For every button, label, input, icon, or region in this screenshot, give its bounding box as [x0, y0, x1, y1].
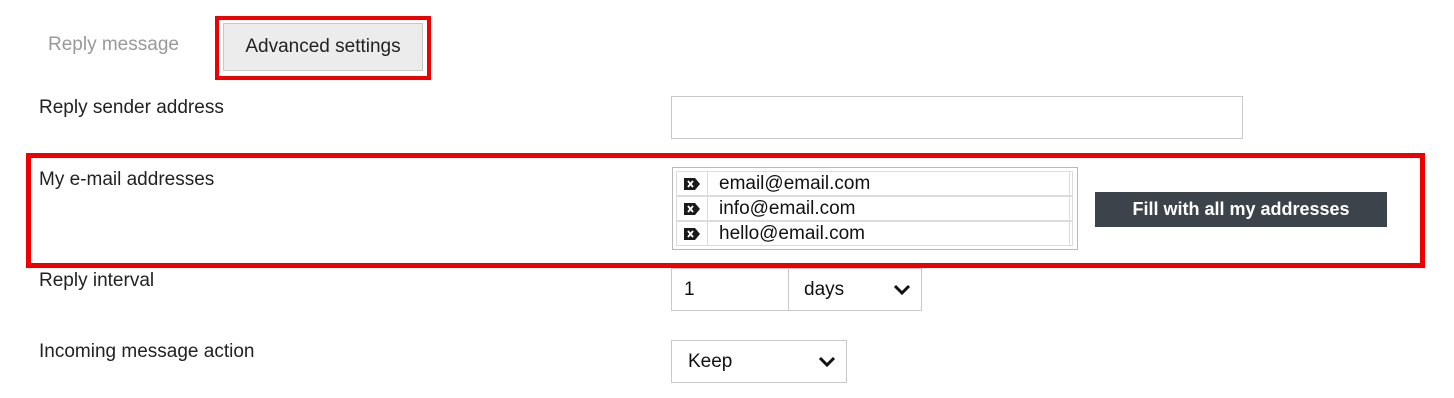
delete-entry-icon[interactable]: [677, 172, 708, 195]
email-list-item: email@email.com: [676, 171, 1073, 196]
chevron-down-icon: [893, 284, 911, 295]
reply-interval-unit-value: days: [804, 278, 845, 300]
reply-interval-input[interactable]: [671, 268, 789, 311]
tab-reply-message[interactable]: Reply message: [48, 34, 179, 56]
list-scrollbar[interactable]: [1069, 171, 1074, 246]
incoming-action-label: Incoming message action: [39, 341, 255, 362]
email-list-item: hello@email.com: [676, 221, 1073, 246]
reply-interval-label: Reply interval: [39, 270, 155, 291]
email-address-list[interactable]: email@email.com info@email.com hello@ema…: [672, 167, 1078, 250]
chevron-down-icon: [818, 356, 836, 367]
reply-sender-input[interactable]: [671, 96, 1243, 139]
incoming-action-value: Keep: [688, 350, 733, 372]
tab-advanced-settings[interactable]: Advanced settings: [223, 23, 423, 71]
email-list-item: info@email.com: [676, 196, 1073, 221]
my-emails-label: My e-mail addresses: [39, 169, 215, 190]
email-address-text: hello@email.com: [719, 223, 866, 244]
email-address-text: email@email.com: [719, 173, 871, 194]
delete-entry-icon[interactable]: [677, 197, 708, 220]
reply-sender-label: Reply sender address: [39, 97, 224, 118]
email-address-text: info@email.com: [719, 198, 856, 219]
reply-interval-unit-select[interactable]: days: [788, 268, 922, 311]
incoming-action-select[interactable]: Keep: [671, 340, 847, 383]
fill-all-addresses-button[interactable]: Fill with all my addresses: [1095, 192, 1387, 227]
delete-entry-icon[interactable]: [677, 222, 708, 245]
